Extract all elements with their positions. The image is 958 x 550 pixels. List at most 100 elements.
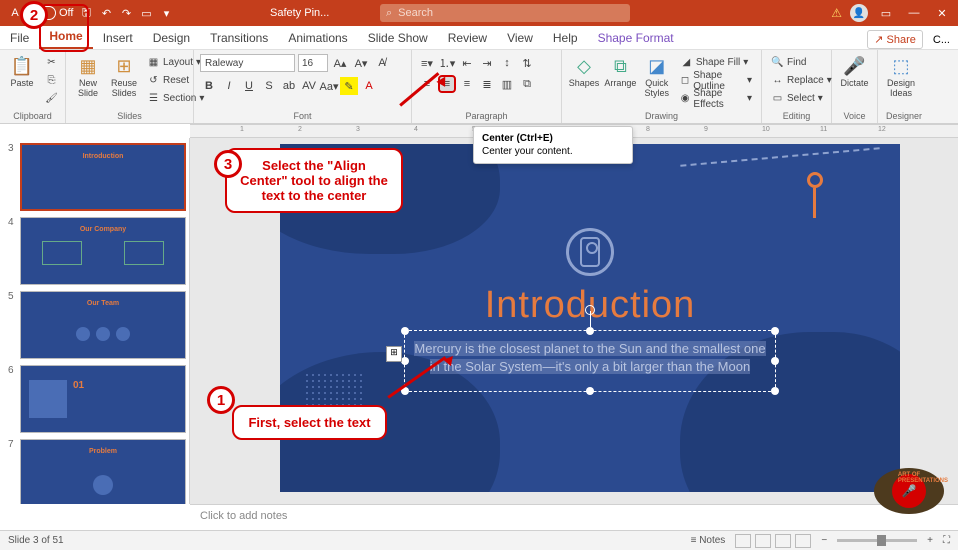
strike-button[interactable]: S xyxy=(260,77,278,95)
quickstyles-icon: ◪ xyxy=(648,56,665,77)
outline-icon: ◻ xyxy=(680,75,690,86)
tab-view[interactable]: View xyxy=(497,27,543,49)
slide-thumbnails[interactable]: 3Introduction 4Our Company 5Our Team 601… xyxy=(0,138,190,504)
quick-styles-button[interactable]: ◪Quick Styles xyxy=(641,54,673,101)
warning-icon[interactable]: ⚠ xyxy=(831,6,842,20)
line-spacing-button[interactable]: ↕ xyxy=(498,54,516,72)
fit-window-button[interactable]: ⛶ xyxy=(943,535,950,546)
italic-button[interactable]: I xyxy=(220,77,238,95)
clear-format-button[interactable]: A̸ xyxy=(373,54,391,72)
font-size-select[interactable]: 16 xyxy=(298,54,328,72)
status-bar: Slide 3 of 51 ≡ Notes − + ⛶ xyxy=(0,530,958,550)
shapes-icon: ◇ xyxy=(577,56,591,77)
new-slide-button[interactable]: ▦ New Slide xyxy=(72,54,104,101)
underline-button[interactable]: U xyxy=(240,77,258,95)
search-input[interactable]: ⌕ Search xyxy=(380,4,630,22)
close-icon[interactable]: ✕ xyxy=(932,7,952,20)
tab-home[interactable]: Home xyxy=(39,25,92,49)
mic-icon: 🎤 xyxy=(843,56,865,77)
paste-options-icon[interactable]: ⊞ xyxy=(386,346,402,362)
save-icon[interactable]: 🖫 xyxy=(79,6,93,20)
comments-button[interactable]: C... xyxy=(933,34,950,46)
notes-toggle[interactable]: ≡ Notes xyxy=(691,535,726,546)
paste-button[interactable]: 📋 Paste xyxy=(6,54,38,91)
share-button[interactable]: ↗ Share xyxy=(867,30,923,49)
annotation-step3: Select the "Align Center" tool to align … xyxy=(225,148,403,213)
select-button[interactable]: ▭Select ▾ xyxy=(768,90,835,107)
tab-slideshow[interactable]: Slide Show xyxy=(358,27,438,49)
text-direction-button[interactable]: ⇅ xyxy=(518,54,536,72)
shape-effects-button[interactable]: ◉Shape Effects ▾ xyxy=(677,90,755,107)
notes-pane[interactable]: Click to add notes xyxy=(190,504,958,530)
tab-design[interactable]: Design xyxy=(143,27,200,49)
shadow-button[interactable]: ab xyxy=(280,77,298,95)
tab-review[interactable]: Review xyxy=(438,27,497,49)
design-ideas-button[interactable]: ⬚Design Ideas xyxy=(884,54,918,101)
thumb-3[interactable]: 3Introduction xyxy=(0,140,189,214)
indent-inc-button[interactable]: ⇥ xyxy=(478,54,496,72)
highlight-button[interactable]: ✎ xyxy=(340,77,358,95)
align-right-button[interactable]: ≡ xyxy=(458,75,476,93)
shape-outline-button[interactable]: ◻Shape Outline ▾ xyxy=(677,72,755,89)
reuse-slides-button[interactable]: ⊞ Reuse Slides xyxy=(108,54,140,101)
grow-font-button[interactable]: A▴ xyxy=(331,54,349,72)
columns-button[interactable]: ▥ xyxy=(498,75,516,93)
tab-insert[interactable]: Insert xyxy=(93,27,143,49)
arrange-button[interactable]: ⧉Arrange xyxy=(604,54,637,91)
reading-view-button[interactable] xyxy=(775,534,791,548)
tab-shape-format[interactable]: Shape Format xyxy=(588,27,684,49)
bullets-button[interactable]: ≡▾ xyxy=(418,54,436,72)
tab-help[interactable]: Help xyxy=(543,27,588,49)
thumb-4[interactable]: 4Our Company xyxy=(0,214,189,288)
thumb-6[interactable]: 601 xyxy=(0,362,189,436)
slideshow-view-button[interactable] xyxy=(795,534,811,548)
ribbon-tabs: File Home Insert Design Transitions Anim… xyxy=(0,26,958,50)
search-icon: ⌕ xyxy=(386,7,392,20)
slide-counter[interactable]: Slide 3 of 51 xyxy=(8,535,64,546)
tab-transitions[interactable]: Transitions xyxy=(200,27,278,49)
shape-fill-button[interactable]: ◢Shape Fill ▾ xyxy=(677,54,755,71)
indent-dec-button[interactable]: ⇤ xyxy=(458,54,476,72)
font-family-select[interactable]: Raleway xyxy=(200,54,295,72)
brush-icon: 🖌 xyxy=(45,93,58,104)
font-color-button[interactable]: A xyxy=(360,77,378,95)
text-selection-handles[interactable] xyxy=(404,330,776,392)
annotation-step2-badge: 2 xyxy=(20,1,48,29)
zoom-out-button[interactable]: − xyxy=(821,535,827,546)
numbering-button[interactable]: ⒈▾ xyxy=(438,54,456,72)
replace-button[interactable]: ↔Replace ▾ xyxy=(768,72,835,89)
start-show-icon[interactable]: ▭ xyxy=(139,6,153,20)
smartart-button[interactable]: ⧉ xyxy=(518,75,536,93)
group-drawing-label: Drawing xyxy=(568,111,755,121)
shapes-button[interactable]: ◇Shapes xyxy=(568,54,600,91)
redo-icon[interactable]: ↷ xyxy=(119,6,133,20)
dictate-button[interactable]: 🎤Dictate xyxy=(838,54,871,91)
new-slide-icon: ▦ xyxy=(79,56,96,77)
case-button[interactable]: Aa▾ xyxy=(320,77,338,95)
safety-pin-icon xyxy=(802,172,828,220)
reuse-slides-icon: ⊞ xyxy=(116,56,131,77)
copy-button[interactable]: ⎘ xyxy=(42,72,61,89)
find-button[interactable]: 🔍Find xyxy=(768,54,835,71)
sorter-view-button[interactable] xyxy=(755,534,771,548)
ribbon-mode-icon[interactable]: ▭ xyxy=(876,7,896,20)
tab-file[interactable]: File xyxy=(0,27,39,49)
shrink-font-button[interactable]: A▾ xyxy=(352,54,370,72)
qat-more-icon[interactable]: ▾ xyxy=(159,6,173,20)
undo-icon[interactable]: ↶ xyxy=(99,6,113,20)
thumb-5[interactable]: 5Our Team xyxy=(0,288,189,362)
thumb-7[interactable]: 7Problem xyxy=(0,436,189,504)
bold-button[interactable]: B xyxy=(200,77,218,95)
annotation-step3-badge: 3 xyxy=(214,150,242,178)
normal-view-button[interactable] xyxy=(735,534,751,548)
zoom-in-button[interactable]: + xyxy=(927,535,933,546)
tab-animations[interactable]: Animations xyxy=(278,27,357,49)
document-name[interactable]: Safety Pin... xyxy=(270,7,329,19)
format-painter-button[interactable]: 🖌 xyxy=(42,90,61,107)
zoom-slider[interactable] xyxy=(837,539,917,542)
account-avatar[interactable]: 👤 xyxy=(850,4,868,22)
charspace-button[interactable]: AV xyxy=(300,77,318,95)
minimize-icon[interactable]: — xyxy=(904,7,924,19)
justify-button[interactable]: ≣ xyxy=(478,75,496,93)
cut-button[interactable]: ✂ xyxy=(42,54,61,71)
